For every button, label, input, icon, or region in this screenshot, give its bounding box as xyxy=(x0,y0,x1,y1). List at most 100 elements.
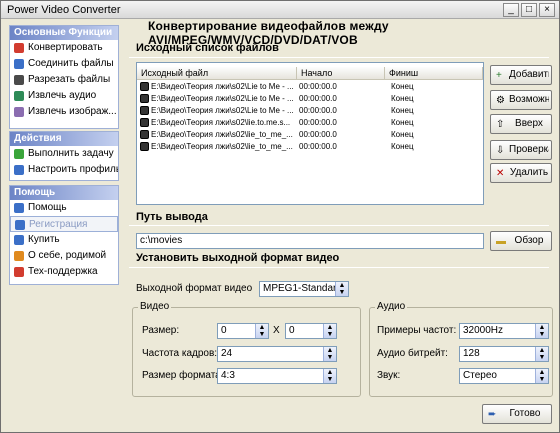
spinner-arrows-icon[interactable]: ▲ ▼ xyxy=(535,369,548,383)
delete-button[interactable]: ✕ Удалить xyxy=(490,163,552,183)
delete-icon: ✕ xyxy=(496,168,505,179)
list-item[interactable]: E:\Видео\Теория лжи\s02\lie_to_me_... 00:… xyxy=(137,129,483,141)
list-item[interactable]: E:\Видео\Теория лжи\s02\lie_to_me_... 00:… xyxy=(137,141,483,153)
arrow-down-icon: ⇩ xyxy=(496,145,505,156)
browse-button[interactable]: ▬ Обзор xyxy=(490,231,552,251)
sidebar-item-convert[interactable]: Конвертировать xyxy=(10,40,118,56)
join-icon xyxy=(14,59,24,69)
move-down-button[interactable]: ⇩Проверка xyxy=(490,140,552,160)
list-item[interactable]: E:\Видео\Теория лжи\s02\Lie to Me - ... 0… xyxy=(137,93,483,105)
sidebar-item-run-task[interactable]: Выполнить задачу xyxy=(10,146,118,162)
scissors-icon xyxy=(14,75,24,85)
group-header-main[interactable]: Основные Функции xyxy=(10,26,118,40)
sidebar-item-support[interactable]: Тех-поддержка xyxy=(10,264,118,280)
convert-icon xyxy=(14,43,24,53)
arrow-up-icon: ⇧ xyxy=(496,119,505,130)
group-header-help[interactable]: Помощь xyxy=(10,186,118,200)
arrow-right-icon: ➨ xyxy=(488,409,497,420)
film-icon xyxy=(140,106,149,115)
cart-icon xyxy=(14,235,24,245)
support-icon xyxy=(14,267,24,277)
audio-bitrate-select[interactable]: 128 ▲ ▼ xyxy=(459,346,549,362)
sidebar-group-help: Помощь Помощь Регистрация Купить О себе,… xyxy=(9,185,119,285)
spinner-arrows-icon[interactable]: ▲ ▼ xyxy=(535,347,548,361)
list-item[interactable]: E:\Видео\Теория лжи\s02\Lie to Me - ... 0… xyxy=(137,81,483,93)
info-icon xyxy=(14,251,24,261)
output-format-select[interactable]: MPEG1-Standard ▲ ▼ xyxy=(259,281,349,297)
output-format-label: Выходной формат видео xyxy=(136,283,253,294)
sidebar-item-join[interactable]: Соединить файлы xyxy=(10,56,118,72)
sidebar-item-help[interactable]: Помощь xyxy=(10,200,118,216)
size-times: X xyxy=(273,325,280,336)
height-stepper[interactable]: 0 ▲ ▼ xyxy=(285,323,337,339)
audio-icon xyxy=(14,91,24,101)
spinner-arrows-icon[interactable]: ▲ ▼ xyxy=(323,347,336,361)
output-path-field[interactable]: c:\movies xyxy=(136,233,484,249)
audio-group-legend: Аудио xyxy=(375,301,408,312)
video-group-legend: Видео xyxy=(138,301,172,312)
sidebar-item-about[interactable]: О себе, родимой xyxy=(10,248,118,264)
column-header-end[interactable]: Финиш xyxy=(385,67,483,80)
sidebar: Основные Функции Конвертировать Соединит… xyxy=(9,25,121,425)
sidebar-group-main: Основные Функции Конвертировать Соединит… xyxy=(9,25,119,129)
audio-bitrate-label: Аудио битрейт: xyxy=(377,348,448,359)
sidebar-item-split[interactable]: Разрезать файлы xyxy=(10,72,118,88)
aspect-label: Размер формата: xyxy=(142,370,224,381)
main-window: Power Video Converter _ □ × Основные Фун… xyxy=(0,0,560,433)
divider xyxy=(129,225,549,226)
sidebar-group-actions: Действия Выполнить задачу Настроить проф… xyxy=(9,131,119,181)
channels-select[interactable]: Стерео ▲ ▼ xyxy=(459,368,549,384)
source-file-list[interactable]: Исходный файл Начало Финиш E:\Видео\Теор… xyxy=(136,62,484,205)
fps-label: Частота кадров: xyxy=(142,348,218,359)
done-button[interactable]: ➨ Готово xyxy=(482,404,552,424)
source-list-label: Исходный список файлов xyxy=(136,42,279,54)
help-icon xyxy=(14,203,24,213)
fps-select[interactable]: 24 ▲ ▼ xyxy=(217,346,337,362)
profile-icon xyxy=(14,165,24,175)
capabilities-button[interactable]: ⚙Возможности xyxy=(490,90,552,110)
film-icon xyxy=(140,130,149,139)
sample-rate-label: Примеры частот: xyxy=(377,325,457,336)
sidebar-item-extract-audio[interactable]: Извлечь аудио xyxy=(10,88,118,104)
maximize-button[interactable]: □ xyxy=(521,3,537,17)
width-stepper[interactable]: 0 ▲ ▼ xyxy=(217,323,269,339)
spinner-arrows-icon[interactable]: ▲ ▼ xyxy=(335,282,348,296)
film-icon xyxy=(140,82,149,91)
film-icon xyxy=(140,94,149,103)
image-icon xyxy=(14,107,24,117)
size-label: Размер: xyxy=(142,325,180,336)
sidebar-item-register[interactable]: Регистрация xyxy=(10,216,118,232)
folder-icon: ▬ xyxy=(496,236,506,247)
channels-label: Звук: xyxy=(377,370,401,381)
sidebar-item-extract-image[interactable]: Извлечь изображ... xyxy=(10,104,118,120)
column-header-source[interactable]: Исходный файл xyxy=(137,67,297,80)
aspect-select[interactable]: 4:3 ▲ ▼ xyxy=(217,368,337,384)
film-icon xyxy=(140,118,149,127)
column-header-start[interactable]: Начало xyxy=(297,67,385,80)
group-header-actions[interactable]: Действия xyxy=(10,132,118,146)
run-icon xyxy=(14,149,24,159)
film-icon xyxy=(140,142,149,151)
settings-icon: ⚙ xyxy=(496,95,505,106)
list-item[interactable]: E:\Видео\Теория лжи\s02\Lie to Me - ... 0… xyxy=(137,105,483,117)
window-title: Power Video Converter xyxy=(7,4,121,16)
output-format-section-label: Установить выходной формат видео xyxy=(136,252,340,264)
add-icon: + xyxy=(496,70,502,81)
spinner-arrows-icon[interactable]: ▲ ▼ xyxy=(323,369,336,383)
spinner-arrows-icon[interactable]: ▲ ▼ xyxy=(535,324,548,338)
divider xyxy=(129,267,549,268)
minimize-button[interactable]: _ xyxy=(503,3,519,17)
sample-rate-select[interactable]: 32000Hz ▲ ▼ xyxy=(459,323,549,339)
title-bar[interactable]: Power Video Converter _ □ × xyxy=(1,1,559,19)
add-button[interactable]: + Добавить xyxy=(490,65,552,85)
close-button[interactable]: × xyxy=(539,3,555,17)
sidebar-item-profile[interactable]: Настроить профиль xyxy=(10,162,118,178)
move-up-button[interactable]: ⇧ Вверх xyxy=(490,114,552,134)
list-header: Исходный файл Начало Финиш xyxy=(137,67,483,80)
divider xyxy=(129,57,549,58)
output-path-label: Путь вывода xyxy=(136,211,208,223)
spinner-arrows-icon[interactable]: ▲ ▼ xyxy=(255,324,268,338)
list-item[interactable]: E:\Видео\Теория лжи\s02\lie.to.me.s... 00… xyxy=(137,117,483,129)
spinner-arrows-icon[interactable]: ▲ ▼ xyxy=(323,324,336,338)
sidebar-item-buy[interactable]: Купить xyxy=(10,232,118,248)
